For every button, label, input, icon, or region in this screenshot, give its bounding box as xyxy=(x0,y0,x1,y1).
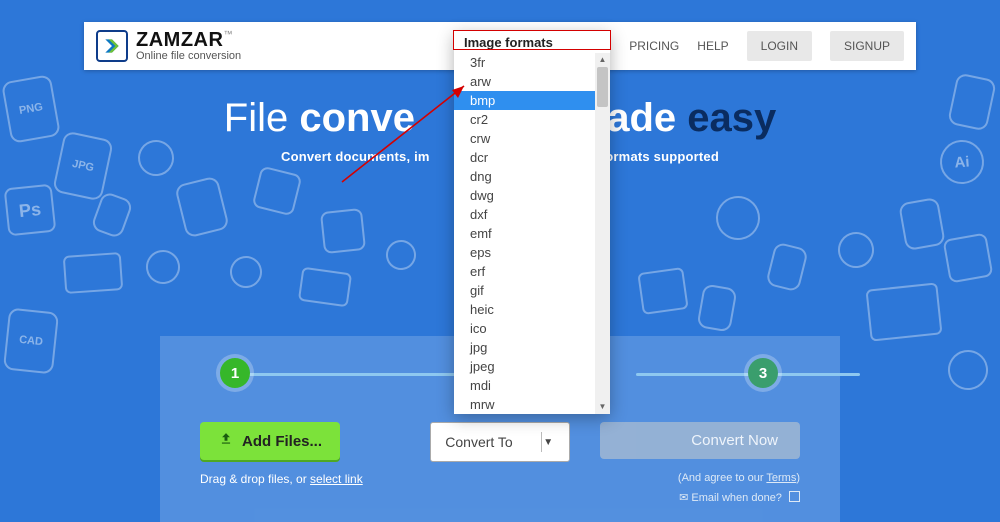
bg-doodle xyxy=(865,282,942,341)
format-option[interactable]: dng xyxy=(454,167,610,186)
signup-button[interactable]: SIGNUP xyxy=(830,31,904,61)
bg-doodle xyxy=(637,267,688,315)
bg-doodle xyxy=(696,283,737,332)
bg-doodle: CAD xyxy=(3,308,59,375)
convert-now-button[interactable]: Convert Now xyxy=(600,422,800,459)
bg-doodle xyxy=(384,238,419,273)
bg-doodle xyxy=(713,193,764,244)
format-option[interactable]: dxf xyxy=(454,205,610,224)
brand-name: ZAMZAR xyxy=(136,29,223,51)
format-option[interactable]: ico xyxy=(454,319,610,338)
format-option[interactable]: gif xyxy=(454,281,610,300)
format-option[interactable]: jpg xyxy=(454,338,610,357)
bg-doodle xyxy=(63,252,124,294)
email-when-done-label: Email when done? xyxy=(691,492,782,504)
format-option[interactable]: mdi xyxy=(454,376,610,395)
nav-link[interactable]: HELP xyxy=(697,39,728,53)
format-option[interactable]: crw xyxy=(454,129,610,148)
drag-drop-hint: Drag & drop files, or select link xyxy=(200,472,400,486)
format-option[interactable]: emf xyxy=(454,224,610,243)
format-option-selected[interactable]: bmp xyxy=(454,91,610,110)
bg-doodle xyxy=(945,347,991,393)
logo-icon xyxy=(96,30,128,62)
logo[interactable]: ZAMZAR™ Online file conversion xyxy=(96,30,241,62)
bg-doodle xyxy=(943,233,994,284)
bg-doodle xyxy=(174,175,230,238)
dropdown-scrollbar[interactable]: ▲ ▼ xyxy=(595,53,610,414)
add-files-button[interactable]: Add Files... xyxy=(200,422,340,460)
step-badge-3: 3 xyxy=(748,358,778,388)
bg-doodle xyxy=(320,208,366,254)
convert-to-select[interactable]: Convert To ▼ xyxy=(430,422,569,462)
dropdown-list: 3fr arw bmp cr2 crw dcr dng dwg dxf emf … xyxy=(454,53,610,414)
bg-doodle xyxy=(252,166,303,217)
bg-doodle xyxy=(835,229,877,271)
format-option[interactable]: dwg xyxy=(454,186,610,205)
select-link[interactable]: select link xyxy=(310,472,363,486)
format-option[interactable]: heic xyxy=(454,300,610,319)
tm-mark: ™ xyxy=(223,29,232,39)
format-option[interactable]: cr2 xyxy=(454,110,610,129)
format-option[interactable]: eps xyxy=(454,243,610,262)
email-when-done-checkbox[interactable] xyxy=(789,491,800,502)
bg-doodle xyxy=(227,253,264,290)
bg-doodle: Ps xyxy=(4,184,57,237)
format-option[interactable]: jpeg xyxy=(454,357,610,376)
nav-link[interactable]: PRICING xyxy=(629,39,679,53)
scroll-up-icon[interactable]: ▲ xyxy=(595,53,610,67)
format-option[interactable]: 3fr xyxy=(454,53,610,72)
scroll-thumb[interactable] xyxy=(597,67,608,107)
format-option[interactable]: mrw xyxy=(454,395,610,414)
bg-doodle xyxy=(898,197,946,251)
bg-doodle xyxy=(298,267,352,308)
add-files-label: Add Files... xyxy=(242,433,322,450)
format-option[interactable]: arw xyxy=(454,72,610,91)
login-button[interactable]: LOGIN xyxy=(747,31,812,61)
format-option[interactable]: erf xyxy=(454,262,610,281)
step-line xyxy=(236,373,460,376)
terms-hint: (And agree to our Terms) ✉ Email when do… xyxy=(600,469,800,509)
email-icon: ✉ xyxy=(679,492,688,504)
scroll-down-icon[interactable]: ▼ xyxy=(595,400,610,414)
bg-doodle xyxy=(143,247,182,286)
format-option[interactable]: dcr xyxy=(454,148,610,167)
convert-to-label: Convert To xyxy=(445,434,512,450)
terms-link[interactable]: Terms xyxy=(766,472,796,484)
step-badge-1: 1 xyxy=(220,358,250,388)
bg-doodle xyxy=(765,242,809,293)
chevron-down-icon: ▼ xyxy=(541,432,555,452)
format-dropdown: Image formats 3fr arw bmp cr2 crw dcr dn… xyxy=(454,31,610,414)
dropdown-header: Image formats xyxy=(454,31,610,53)
brand-tagline: Online file conversion xyxy=(136,51,241,62)
upload-icon xyxy=(218,432,234,450)
